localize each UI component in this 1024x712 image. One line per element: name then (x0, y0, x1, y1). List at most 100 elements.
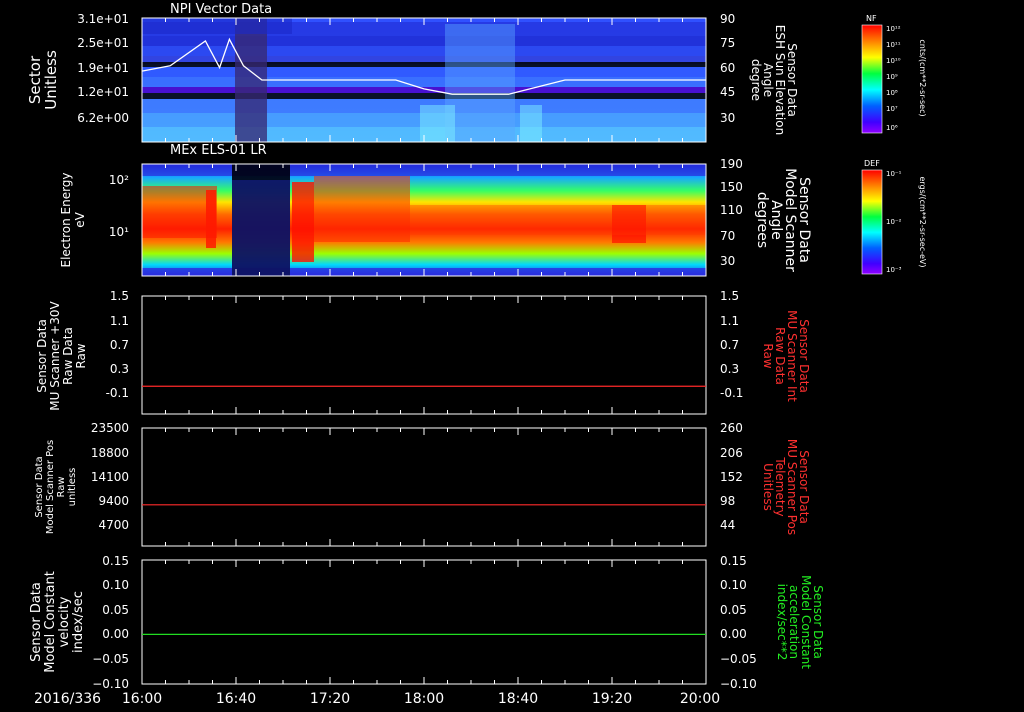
colorbar-nf-tick-1: 10¹¹ (886, 41, 901, 49)
panel-5-frame (141, 559, 707, 685)
p5-right-tick-1: 0.10 (720, 578, 747, 592)
npi-cyan-right (520, 105, 542, 142)
p1-right-tick-1: 75 (720, 36, 735, 50)
time-tick-label-2: 17:20 (310, 691, 350, 707)
p3-right-tick-4: -0.1 (720, 386, 743, 400)
p4-left-tick-3: 9400 (98, 494, 129, 508)
colorbar-nf-tick-4: 10⁸ (886, 89, 898, 97)
p5-left-tick-2: 0.05 (102, 603, 129, 617)
plot-figure: NPI Vector Data 3.1e+01 2.5e+01 1.9e+01 … (0, 0, 1024, 708)
p5-left-tick-5: −0.10 (92, 677, 129, 691)
p1-right-tick-0: 90 (720, 12, 735, 26)
p4-right-tick-1: 206 (720, 446, 743, 460)
p2-right-tick-1: 150 (720, 180, 743, 194)
els-gap-1-noise (232, 180, 290, 276)
p5-left-tick-0: 0.15 (102, 554, 129, 568)
p2-left-ylabel-line-1: eV (73, 211, 87, 227)
p5-left-tick-1: 0.10 (102, 578, 129, 592)
npi-band-6 (142, 77, 706, 87)
time-tick-label-0: 16:00 (122, 691, 162, 707)
npi-cyan-left (420, 105, 455, 142)
npi-top-strip (142, 18, 292, 34)
els-bright-block (314, 176, 410, 242)
p4-left-ylabel: Sensor Data Model Scanner Pos Raw unitle… (34, 440, 78, 534)
time-tick-label-3: 18:00 (404, 691, 444, 707)
p1-left-tick-2: 1.9e+01 (77, 61, 129, 75)
p1-left-ylabel-line-1: Unitless (42, 50, 60, 110)
panel-4-ticks (141, 428, 707, 546)
time-tick-label-4: 18:40 (498, 691, 538, 707)
p2-right-tick-2: 110 (720, 203, 743, 217)
p5-left-tick-4: −0.05 (92, 652, 129, 666)
p4-left-tick-0: 23500 (91, 421, 129, 435)
p3-left-tick-1: 1.1 (110, 314, 129, 328)
p2-left-tick-1: 10¹ (109, 225, 129, 239)
p3-left-ylabel: Sensor Data MU Scanner +30V Raw Data Raw (35, 301, 88, 411)
p5-left-tick-3: 0.00 (102, 627, 129, 641)
time-tick-label-5: 19:20 (592, 691, 632, 707)
colorbar-def-units-text: ergs/(cm**2-sr-sec-eV) (918, 176, 927, 267)
time-tick-label-1: 16:40 (216, 691, 256, 707)
p2-right-tick-4: 30 (720, 254, 735, 268)
npi-bright-region (445, 24, 515, 142)
p3-right-tick-1: 1.1 (720, 314, 739, 328)
p3-left-ylabel-line-0: Sensor Data (35, 319, 49, 393)
time-axis: 2016/336 16:00 16:40 17:20 18:00 18:40 1… (34, 691, 720, 707)
p4-left-ylabel-line-1: Model Scanner Pos (45, 440, 56, 534)
time-tick-label-6: 20:00 (680, 691, 720, 707)
p5-left-ylabel-line-3: index/sec (71, 591, 86, 653)
panel-5-ticks (141, 560, 707, 684)
p3-right-tick-3: 0.3 (720, 362, 739, 376)
p2-left-tick-0: 10² (109, 173, 129, 187)
colorbar-def-tick-2: 10⁻³ (886, 266, 902, 274)
p1-left-tick-1: 2.5e+01 (77, 36, 129, 50)
els-early-block (142, 186, 217, 238)
p1-left-tick-0: 3.1e+01 (77, 12, 129, 26)
els-main-band (410, 205, 706, 235)
p5-right-tick-2: 0.05 (720, 603, 747, 617)
p4-left-ylabel-line-2: Raw (56, 476, 67, 497)
npi-band-7 (142, 87, 706, 93)
p3-right-ylabel-line-3: Raw (761, 343, 775, 368)
p4-left-tick-4: 4700 (98, 518, 129, 532)
panel-model-constant: 0.15 0.10 0.05 0.00 −0.05 −0.10 0.15 0.1… (29, 554, 825, 691)
p4-right-ylabel-line-3: Unitless (761, 463, 775, 511)
colorbar-def-tick-1: 10⁻² (886, 218, 902, 226)
p4-right-tick-0: 260 (720, 421, 743, 435)
colorbar-def-units: ergs/(cm**2-sr-sec-eV) (918, 176, 927, 267)
p3-left-tick-2: 0.7 (110, 338, 129, 352)
colorbar-nf-tick-6: 10⁶ (886, 124, 898, 132)
panel-npi: NPI Vector Data 3.1e+01 2.5e+01 1.9e+01 … (26, 2, 799, 143)
p3-left-tick-0: 1.5 (110, 289, 129, 303)
colorbar-def-tick-0: 10⁻¹ (886, 170, 902, 178)
panel-3-ticks (141, 296, 707, 414)
p5-right-ylabel: Sensor Data Model Constant acceleration … (775, 575, 825, 669)
npi-band-4 (142, 62, 706, 67)
colorbar-nf-gradient (861, 24, 883, 134)
p2-left-ylabel: Electron Energy eV (59, 172, 87, 267)
p4-right-tick-4: 44 (720, 518, 735, 532)
p5-left-ylabel-line-2: velocity (57, 596, 72, 647)
p1-left-ylabel: Sector Unitless (26, 50, 60, 110)
panel-4-frame (141, 427, 707, 547)
p5-right-tick-3: 0.00 (720, 627, 747, 641)
p4-left-tick-1: 18800 (91, 446, 129, 460)
p1-right-tick-4: 30 (720, 111, 735, 125)
p5-right-tick-4: −0.05 (720, 652, 757, 666)
colorbar-nf-units-text: cnts/(cm**2-sr-sec) (918, 39, 927, 116)
panel-scanner-30v: 1.5 1.1 0.7 0.3 -0.1 1.5 1.1 0.7 0.3 -0.… (35, 289, 811, 415)
panel-els: MEx ELS-01 LR 10² 10¹ 190 150 110 70 30 … (59, 143, 812, 277)
p4-left-ylabel-line-0: Sensor Data (34, 456, 45, 517)
p5-right-ylabel-line-3: index/sec**2 (775, 584, 789, 661)
p3-left-tick-3: 0.3 (110, 362, 129, 376)
npi-band-5 (142, 67, 706, 77)
p5-right-tick-0: 0.15 (720, 554, 747, 568)
p3-left-ylabel-line-2: Raw Data (61, 327, 75, 385)
p3-right-ylabel: Sensor Data MU Scanner Int Raw Data Raw (761, 310, 811, 402)
npi-band-8 (142, 93, 706, 99)
p4-right-tick-3: 98 (720, 494, 735, 508)
npi-band-1 (142, 36, 706, 46)
p2-left-ylabel-line-0: Electron Energy (59, 172, 73, 267)
panel-1-title: NPI Vector Data (170, 2, 272, 17)
p1-left-tick-3: 1.2e+01 (77, 85, 129, 99)
